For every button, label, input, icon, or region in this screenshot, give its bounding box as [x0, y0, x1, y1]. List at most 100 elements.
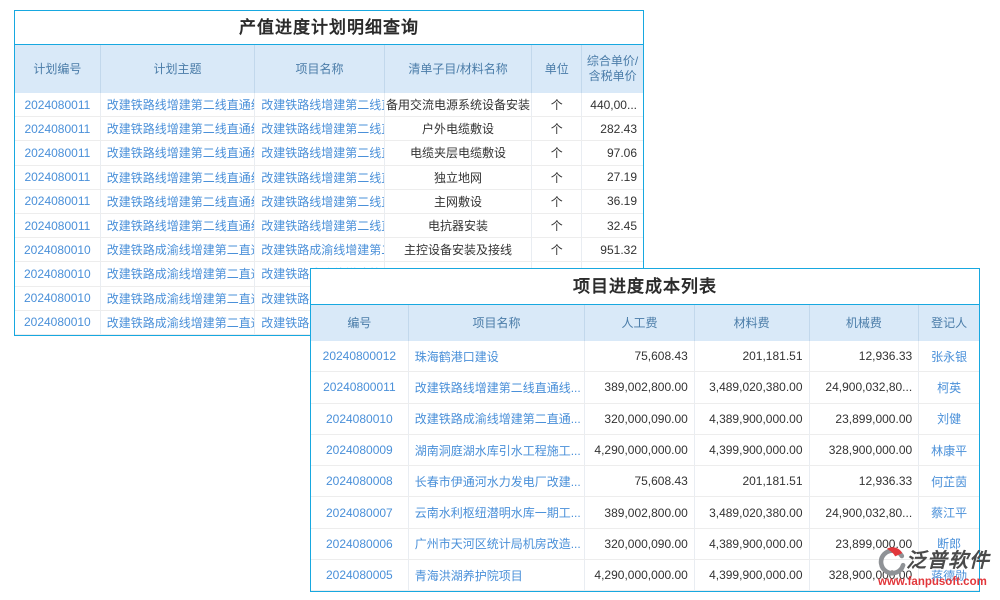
plan-topic-link[interactable]: 改建铁路线增建第二线直通线	[101, 117, 255, 140]
project-name-link[interactable]: 改建铁路线增建第二线直通线	[255, 214, 385, 237]
table-row: 2024080010 改建铁路成渝线增建第二直通... 320,000,090.…	[311, 404, 979, 435]
project-name-link[interactable]: 广州市天河区统计局机房改造...	[409, 529, 585, 559]
column-header-plan-number: 计划编号	[15, 45, 101, 93]
project-name-link[interactable]: 改建铁路线增建第二线直通线	[255, 141, 385, 164]
plan-number-link[interactable]: 2024080010	[15, 311, 101, 334]
project-name-link[interactable]: 改建铁路线增建第二线直通线	[255, 117, 385, 140]
unit-cell: 个	[532, 93, 582, 116]
labor-fee-cell: 389,002,800.00	[585, 497, 695, 527]
cost-number-link[interactable]: 2024080008	[311, 466, 409, 496]
value-plan-header-row: 计划编号 计划主题 项目名称 清单子目/材料名称 单位 综合单价/含税单价	[15, 45, 643, 93]
plan-topic-link[interactable]: 改建铁路成渝线增建第二直通	[101, 287, 255, 310]
value-plan-title: 产值进度计划明细查询	[15, 11, 643, 45]
plan-number-link[interactable]: 2024080011	[15, 166, 101, 189]
unit-cell: 个	[532, 166, 582, 189]
cost-list-header-row: 编号 项目名称 人工费 材料费 机械费 登记人	[311, 305, 979, 341]
cost-number-link[interactable]: 2024080006	[311, 529, 409, 559]
project-name-link[interactable]: 改建铁路成渝线增建第二直通	[255, 238, 385, 261]
project-name-link[interactable]: 改建铁路线增建第二线直通线	[255, 166, 385, 189]
machine-fee-cell: 328,900,000.00	[810, 435, 920, 465]
machine-fee-cell: 24,900,032,80...	[810, 497, 920, 527]
project-name-link[interactable]: 改建铁路线增建第二线直通线...	[409, 372, 585, 402]
project-name-link[interactable]: 改建铁路线增建第二线直通线	[255, 190, 385, 213]
table-row: 2024080008 长春市伊通河水力发电厂改建... 75,608.43 20…	[311, 466, 979, 497]
labor-fee-cell: 320,000,090.00	[585, 529, 695, 559]
unit-price-cell: 951.32	[582, 238, 643, 261]
project-name-link[interactable]: 改建铁路成渝线增建第二直通...	[409, 404, 585, 434]
table-row: 2024080011 改建铁路线增建第二线直通线 改建铁路线增建第二线直通线 电…	[15, 141, 643, 165]
column-header-number: 编号	[311, 305, 409, 341]
unit-price-cell: 97.06	[582, 141, 643, 164]
unit-cell: 个	[532, 141, 582, 164]
plan-topic-link[interactable]: 改建铁路成渝线增建第二直通	[101, 311, 255, 334]
labor-fee-cell: 4,290,000,000.00	[585, 560, 695, 590]
column-header-unit-price: 综合单价/含税单价	[582, 45, 643, 93]
project-name-link[interactable]: 青海洪湖养护院项目	[409, 560, 585, 590]
cost-number-link[interactable]: 2024080005	[311, 560, 409, 590]
registrant-link[interactable]: 刘健	[919, 404, 979, 434]
plan-topic-link[interactable]: 改建铁路成渝线增建第二直通	[101, 262, 255, 285]
column-header-material-fee: 材料费	[695, 305, 810, 341]
project-name-link[interactable]: 改建铁路线增建第二线直通线	[255, 93, 385, 116]
project-name-link[interactable]: 珠海鹤港口建设	[409, 341, 585, 371]
fanpu-logo: 泛普软件 www.fanpusoft.com	[876, 546, 998, 589]
registrant-link[interactable]: 林康平	[919, 435, 979, 465]
machine-fee-cell: 12,936.33	[810, 341, 920, 371]
cost-list-title: 项目进度成本列表	[311, 269, 979, 305]
registrant-link[interactable]: 蔡江平	[919, 497, 979, 527]
material-name-cell: 独立地网	[385, 166, 533, 189]
machine-fee-cell: 23,899,000.00	[810, 404, 920, 434]
project-name-link[interactable]: 云南水利枢纽潜明水库一期工...	[409, 497, 585, 527]
column-header-unit: 单位	[532, 45, 582, 93]
plan-topic-link[interactable]: 改建铁路线增建第二线直通线	[101, 93, 255, 116]
plan-number-link[interactable]: 2024080011	[15, 141, 101, 164]
unit-cell: 个	[532, 117, 582, 140]
table-row: 2024080007 云南水利枢纽潜明水库一期工... 389,002,800.…	[311, 497, 979, 528]
column-header-plan-topic: 计划主题	[101, 45, 256, 93]
table-row: 2024080011 改建铁路线增建第二线直通线 改建铁路线增建第二线直通线 独…	[15, 166, 643, 190]
table-row: 2024080011 改建铁路线增建第二线直通线 改建铁路线增建第二线直通线 户…	[15, 117, 643, 141]
fanpu-logo-url: www.fanpusoft.com	[876, 577, 998, 589]
unit-price-cell: 36.19	[582, 190, 643, 213]
table-row: 2024080009 湖南洞庭湖水库引水工程施工... 4,290,000,00…	[311, 435, 979, 466]
labor-fee-cell: 320,000,090.00	[585, 404, 695, 434]
plan-number-link[interactable]: 2024080010	[15, 238, 101, 261]
registrant-link[interactable]: 柯英	[919, 372, 979, 402]
registrant-link[interactable]: 何芷茵	[919, 466, 979, 496]
registrant-link[interactable]: 张永银	[919, 341, 979, 371]
unit-cell: 个	[532, 214, 582, 237]
plan-number-link[interactable]: 2024080011	[15, 214, 101, 237]
plan-number-link[interactable]: 2024080010	[15, 287, 101, 310]
cost-number-link[interactable]: 20240800011	[311, 372, 409, 402]
material-name-cell: 主网敷设	[385, 190, 533, 213]
material-name-cell: 备用交流电源系统设备安装	[385, 93, 533, 116]
material-fee-cell: 4,399,900,000.00	[695, 560, 810, 590]
project-name-link[interactable]: 长春市伊通河水力发电厂改建...	[409, 466, 585, 496]
cost-number-link[interactable]: 20240800012	[311, 341, 409, 371]
material-name-cell: 电缆夹层电缆敷设	[385, 141, 533, 164]
plan-number-link[interactable]: 2024080011	[15, 93, 101, 116]
material-fee-cell: 201,181.51	[695, 466, 810, 496]
unit-price-cell: 32.45	[582, 214, 643, 237]
plan-number-link[interactable]: 2024080011	[15, 117, 101, 140]
plan-topic-link[interactable]: 改建铁路线增建第二线直通线	[101, 190, 255, 213]
plan-number-link[interactable]: 2024080011	[15, 190, 101, 213]
fanpu-logo-name: 泛普软件	[906, 551, 998, 571]
cost-number-link[interactable]: 2024080009	[311, 435, 409, 465]
unit-cell: 个	[532, 190, 582, 213]
material-fee-cell: 4,399,900,000.00	[695, 435, 810, 465]
table-row: 2024080011 改建铁路线增建第二线直通线 改建铁路线增建第二线直通线 备…	[15, 93, 643, 117]
fanpu-logo-icon	[876, 546, 906, 576]
material-name-cell: 主控设备安装及接线	[385, 238, 533, 261]
cost-number-link[interactable]: 2024080007	[311, 497, 409, 527]
material-fee-cell: 3,489,020,380.00	[695, 497, 810, 527]
column-header-labor-fee: 人工费	[585, 305, 695, 341]
plan-topic-link[interactable]: 改建铁路线增建第二线直通线	[101, 141, 255, 164]
labor-fee-cell: 4,290,000,000.00	[585, 435, 695, 465]
plan-topic-link[interactable]: 改建铁路成渝线增建第二直通	[101, 238, 255, 261]
project-name-link[interactable]: 湖南洞庭湖水库引水工程施工...	[409, 435, 585, 465]
plan-topic-link[interactable]: 改建铁路线增建第二线直通线	[101, 166, 255, 189]
plan-topic-link[interactable]: 改建铁路线增建第二线直通线	[101, 214, 255, 237]
cost-number-link[interactable]: 2024080010	[311, 404, 409, 434]
plan-number-link[interactable]: 2024080010	[15, 262, 101, 285]
